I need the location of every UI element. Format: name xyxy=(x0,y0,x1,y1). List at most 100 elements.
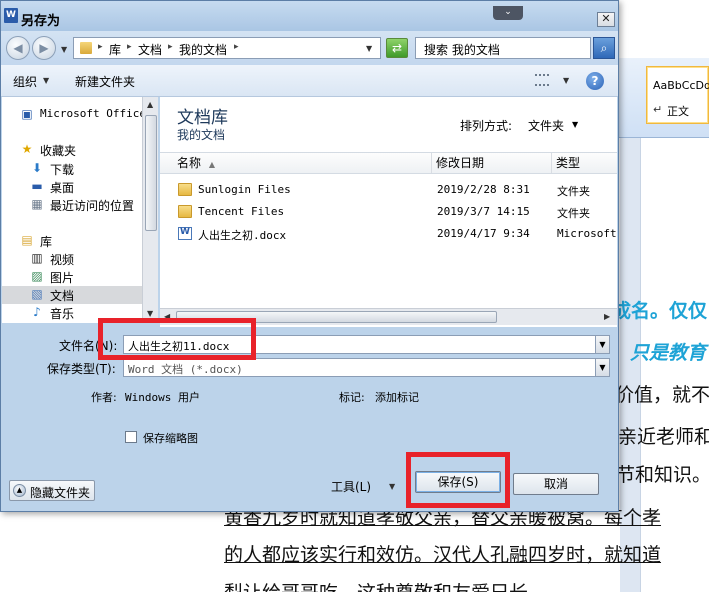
file-type: Microsoft xyxy=(557,227,617,240)
folder-icon xyxy=(178,183,192,196)
file-list-pane: 文档库 我的文档 排列方式: 文件夹 ▼ 名称 ▲ 修改日期 类型 Sunlog… xyxy=(160,97,617,327)
sort-ascending-icon: ▲ xyxy=(208,160,215,169)
chevron-down-icon[interactable]: ▼ xyxy=(389,482,395,491)
breadcrumb-item[interactable]: 库 xyxy=(109,41,121,58)
sidebar-item-downloads[interactable]: ⬇ 下载 xyxy=(2,160,142,178)
scroll-right-icon[interactable]: ▶ xyxy=(604,312,610,321)
help-icon[interactable]: ? xyxy=(586,72,604,90)
tools-menu[interactable]: 工具(L) xyxy=(331,478,371,495)
navigation-bar: ◀ ▶ ▼ ▸ 库 ▸ 文档 ▸ 我的文档 ▸ ▼ ⇄ 搜索 我的文档 ⌕ xyxy=(1,31,618,65)
doc-line: 节和知识。 xyxy=(616,464,709,486)
breadcrumb-separator-icon[interactable]: ▸ xyxy=(234,42,239,52)
chevron-down-icon[interactable]: ▼ xyxy=(43,76,49,85)
refresh-button[interactable]: ⇄ xyxy=(386,38,408,58)
hide-folders-button[interactable]: ▲ 隐藏文件夹 xyxy=(9,480,95,501)
sidebar-item-videos[interactable]: ▥ 视频 xyxy=(2,250,142,268)
word-app-icon: W xyxy=(4,8,18,23)
filename-dropdown-button[interactable]: ▼ xyxy=(595,335,610,354)
music-icon: ♪ xyxy=(33,305,41,319)
sidebar-scrollbar[interactable]: ▲ ▼ xyxy=(142,97,158,323)
recent-icon: ▦ xyxy=(31,197,43,211)
breadcrumb-item[interactable]: 我的文档 xyxy=(179,41,227,58)
sidebar-item-label: 视频 xyxy=(50,253,75,267)
search-placeholder: 搜索 我的文档 xyxy=(424,43,500,57)
cancel-button[interactable]: 取消 xyxy=(513,473,599,495)
breadcrumb-separator-icon[interactable]: ▸ xyxy=(168,42,173,52)
sidebar-item-favorites[interactable]: ★ 收藏夹 xyxy=(2,141,142,159)
search-icon[interactable]: ⌕ xyxy=(593,37,615,59)
recent-pages-dropdown[interactable]: ▼ xyxy=(61,45,67,54)
tags-value[interactable]: 添加标记 xyxy=(375,389,419,405)
sidebar-scroll-thumb[interactable] xyxy=(145,115,157,231)
dialog-titlebar[interactable]: W 另存为 ⌄ ✕ xyxy=(1,1,618,31)
search-input[interactable]: 搜索 我的文档 xyxy=(415,37,591,59)
sidebar-item-label: 桌面 xyxy=(50,181,75,195)
dialog-title: 另存为 xyxy=(21,14,61,29)
close-button[interactable]: ✕ xyxy=(597,12,615,27)
column-name-label: 名称 xyxy=(177,156,202,170)
breadcrumb-item[interactable]: 文档 xyxy=(138,41,162,58)
breadcrumb-separator-icon: ▸ xyxy=(98,42,103,52)
sidebar-item-label: 库 xyxy=(40,235,53,249)
highlight-filename-annotation xyxy=(98,318,256,360)
scroll-down-icon[interactable]: ▼ xyxy=(147,309,153,318)
sidebar-item-documents[interactable]: ▧ 文档 xyxy=(2,286,142,304)
chevron-down-icon[interactable]: ▼ xyxy=(366,44,372,53)
doc-line: 只是教育 xyxy=(630,342,707,364)
sidebar-item-recent-places[interactable]: ▦ 最近访问的位置 xyxy=(2,196,142,214)
file-name: Sunlogin Files xyxy=(198,183,291,196)
doc-line: 的人都应该实行和效仿。汉代人孔融四岁时，就知道 xyxy=(224,544,662,566)
breadcrumb-separator-icon[interactable]: ▸ xyxy=(127,42,132,52)
filetype-select[interactable]: Word 文档 (*.docx) xyxy=(123,358,597,377)
file-date: 2019/3/7 14:15 xyxy=(437,205,530,218)
column-header-type[interactable]: 类型 xyxy=(552,153,617,173)
word-document-icon xyxy=(178,227,192,240)
word-ribbon: AaBbCcDd ↵ 正文 xyxy=(618,58,709,138)
chevron-down-icon[interactable]: ▼ xyxy=(572,120,578,129)
sidebar-item-label: 收藏夹 xyxy=(40,144,77,158)
chevron-down-icon[interactable]: ⌄ xyxy=(493,6,523,20)
arrange-by-dropdown[interactable]: 文件夹 xyxy=(528,117,564,134)
address-bar[interactable]: ▸ 库 ▸ 文档 ▸ 我的文档 ▸ ▼ xyxy=(73,37,381,59)
file-date: 2019/2/28 8:31 xyxy=(437,183,530,196)
table-row[interactable]: 人出生之初.docx 2019/4/17 9:34 Microsoft xyxy=(160,223,617,245)
sidebar-item-pictures[interactable]: ▨ 图片 xyxy=(2,268,142,286)
file-type: 文件夹 xyxy=(557,207,590,220)
hide-folders-label: 隐藏文件夹 xyxy=(30,486,91,500)
column-header-date[interactable]: 修改日期 xyxy=(432,153,552,173)
style-gallery-normal[interactable]: AaBbCcDd ↵ 正文 xyxy=(646,66,709,124)
forward-button[interactable]: ▶ xyxy=(32,36,56,60)
sidebar-item-microsoft-office[interactable]: ▣ Microsoft Office xyxy=(2,106,146,124)
save-thumbnail-label: 保存缩略图 xyxy=(143,432,198,445)
sidebar-item-label: 图片 xyxy=(50,271,75,285)
new-folder-button[interactable]: 新建文件夹 xyxy=(75,73,135,90)
view-options-icon[interactable] xyxy=(535,74,549,86)
save-as-dialog: W 另存为 ⌄ ✕ ◀ ▶ ▼ ▸ 库 ▸ 文档 ▸ 我的文档 ▸ ▼ ⇄ 搜索… xyxy=(0,0,619,512)
sidebar-item-libraries[interactable]: ▤ 库 xyxy=(2,232,142,250)
save-thumbnail-checkbox[interactable] xyxy=(125,431,137,443)
sidebar-item-desktop[interactable]: ▬ 桌面 xyxy=(2,178,142,196)
author-label: 作者: xyxy=(91,391,117,404)
author-value[interactable]: Windows 用户 xyxy=(125,389,200,405)
chevron-up-icon: ▲ xyxy=(13,484,26,497)
doc-line: 成名。仅仅 xyxy=(612,300,708,322)
chevron-down-icon[interactable]: ▼ xyxy=(563,76,569,85)
folder-icon xyxy=(178,205,192,218)
column-header-name[interactable]: 名称 ▲ xyxy=(160,153,432,173)
table-row[interactable]: Tencent Files 2019/3/7 14:15 文件夹 xyxy=(160,201,617,223)
tags-label: 标记: xyxy=(339,391,365,404)
sidebar-item-label: 最近访问的位置 xyxy=(50,199,135,213)
back-button[interactable]: ◀ xyxy=(6,36,30,60)
download-icon: ⬇ xyxy=(31,161,43,175)
organize-button[interactable]: 组织 xyxy=(13,73,37,90)
file-name: Tencent Files xyxy=(198,205,285,218)
table-row[interactable]: Sunlogin Files 2019/2/28 8:31 文件夹 xyxy=(160,179,617,201)
library-subtitle: 我的文档 xyxy=(177,128,226,142)
doc-line: 梨让给哥哥吃，这种尊敬和友爱兄长 xyxy=(224,578,528,592)
doc-line: 亲近老师和 xyxy=(618,426,709,448)
scroll-up-icon[interactable]: ▲ xyxy=(147,100,153,109)
file-type: 文件夹 xyxy=(557,185,590,198)
arrange-by-label: 排列方式: xyxy=(460,119,513,133)
filetype-dropdown-button[interactable]: ▼ xyxy=(595,358,610,377)
office-icon: ▣ xyxy=(21,107,33,121)
